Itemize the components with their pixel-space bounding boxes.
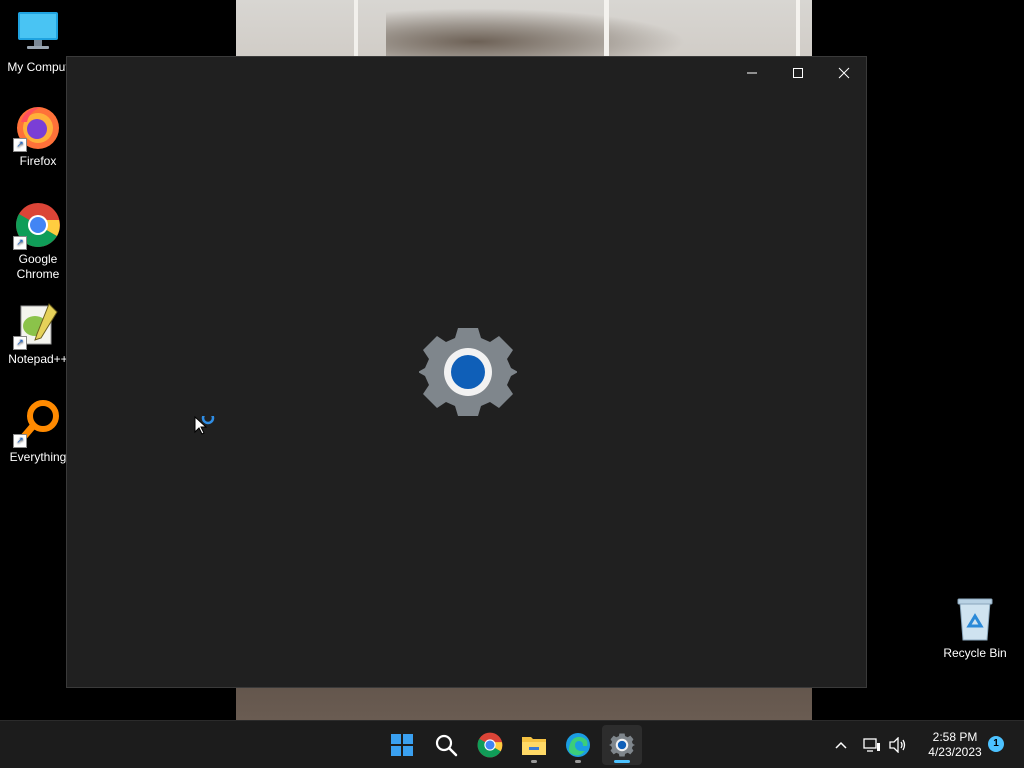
search-icon [435,734,458,757]
desktop-icon-label: Firefox [19,154,57,168]
desktop-icon-notepadpp[interactable]: ↗ Notepad++ [0,302,76,367]
desktop-icon-label: My Comput [7,60,69,74]
notepad-plus-plus-icon: ↗ [13,302,61,350]
wallpaper-line [604,0,609,56]
taskbar: 2:58 PM 4/23/2023 [0,720,1024,768]
taskbar-file-explorer[interactable] [514,725,554,765]
active-indicator [614,760,630,763]
window-titlebar[interactable] [67,57,866,89]
everything-search-icon: ↗ [13,400,61,448]
desktop-icon-label: Google Chrome [16,252,60,281]
close-icon [838,67,850,79]
desktop-icon-label: Recycle Bin [943,646,1007,660]
desktop-icon-my-computer[interactable]: My Comput [0,10,76,75]
clock-time: 2:58 PM [932,730,978,744]
desktop-icon-everything[interactable]: ↗ Everything [0,400,76,465]
chevron-up-icon [835,741,847,749]
running-indicator [531,760,537,763]
chrome-icon: ↗ [13,202,61,250]
notification-badge[interactable]: 1 [988,736,1004,752]
volume-button[interactable] [886,725,910,765]
taskbar-search-button[interactable] [426,725,466,765]
clock[interactable]: 2:58 PM 4/23/2023 [918,730,992,760]
wallpaper-line [354,0,358,56]
network-icon [863,738,880,752]
settings-gear-icon [609,733,635,757]
speaker-icon [889,737,906,753]
taskbar-edge[interactable] [558,725,598,765]
edge-icon [566,733,590,757]
folder-icon [522,737,546,755]
show-hidden-icons-button[interactable] [830,725,852,765]
minimize-button[interactable] [729,57,775,89]
busy-cursor-icon [194,411,216,438]
clock-date: 4/23/2023 [928,745,982,759]
maximize-button[interactable] [775,57,821,89]
desktop-icon-chrome[interactable]: ↗ Google Chrome [0,202,76,282]
shortcut-arrow-icon: ↗ [13,336,27,350]
desktop-icon-recycle-bin[interactable]: Recycle Bin [937,596,1013,661]
chrome-icon [477,732,503,758]
windows-logo-icon [391,734,413,756]
firefox-icon: ↗ [13,104,61,152]
shortcut-arrow-icon: ↗ [13,236,27,250]
desktop-icon-firefox[interactable]: ↗ Firefox [0,104,76,169]
running-indicator [575,760,581,763]
start-button[interactable] [382,725,422,765]
wallpaper-line [796,0,800,56]
maximize-icon [793,68,803,78]
network-button[interactable] [860,725,884,765]
desktop-icon-label: Notepad++ [8,352,68,366]
close-button[interactable] [821,57,867,89]
settings-gear-icon [418,326,518,418]
monitor-icon [15,10,61,56]
taskbar-chrome[interactable] [470,725,510,765]
recycle-bin-icon [952,596,998,642]
shortcut-arrow-icon: ↗ [13,138,27,152]
wallpaper-shape [386,8,686,56]
minimize-icon [747,72,757,74]
settings-window[interactable] [66,56,867,688]
desktop-icon-label: Everything [9,450,67,464]
taskbar-settings[interactable] [602,725,642,765]
shortcut-arrow-icon: ↗ [13,434,27,448]
